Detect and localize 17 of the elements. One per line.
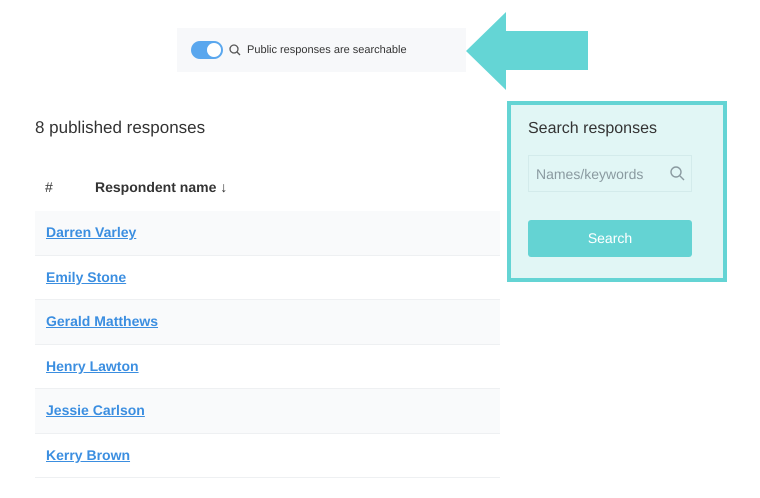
respondent-link[interactable]: Henry Lawton bbox=[46, 356, 139, 377]
search-button[interactable]: Search bbox=[528, 220, 692, 257]
respondent-link[interactable]: Jessie Carlson bbox=[46, 400, 145, 422]
panel-title: Search responses bbox=[528, 119, 658, 139]
search-icon bbox=[670, 166, 685, 181]
column-header[interactable]: Respondent name ↓ bbox=[95, 176, 228, 198]
search-icon bbox=[229, 44, 241, 56]
respondent-link[interactable]: Emily Stone bbox=[46, 266, 126, 288]
search-field[interactable]: Names/keywords bbox=[528, 155, 692, 192]
respondent-link[interactable]: Kerry Brown bbox=[46, 444, 130, 466]
respondent-link[interactable]: Darren Varley bbox=[46, 222, 136, 244]
arrow-icon bbox=[466, 12, 588, 90]
column-header: # bbox=[45, 178, 54, 196]
respondent-link[interactable]: Gerald Matthews bbox=[46, 311, 158, 332]
responses-heading: 8 published responses bbox=[35, 117, 206, 139]
toggle-switch[interactable] bbox=[191, 41, 223, 59]
toggle-label: Public responses are searchable bbox=[247, 42, 407, 58]
